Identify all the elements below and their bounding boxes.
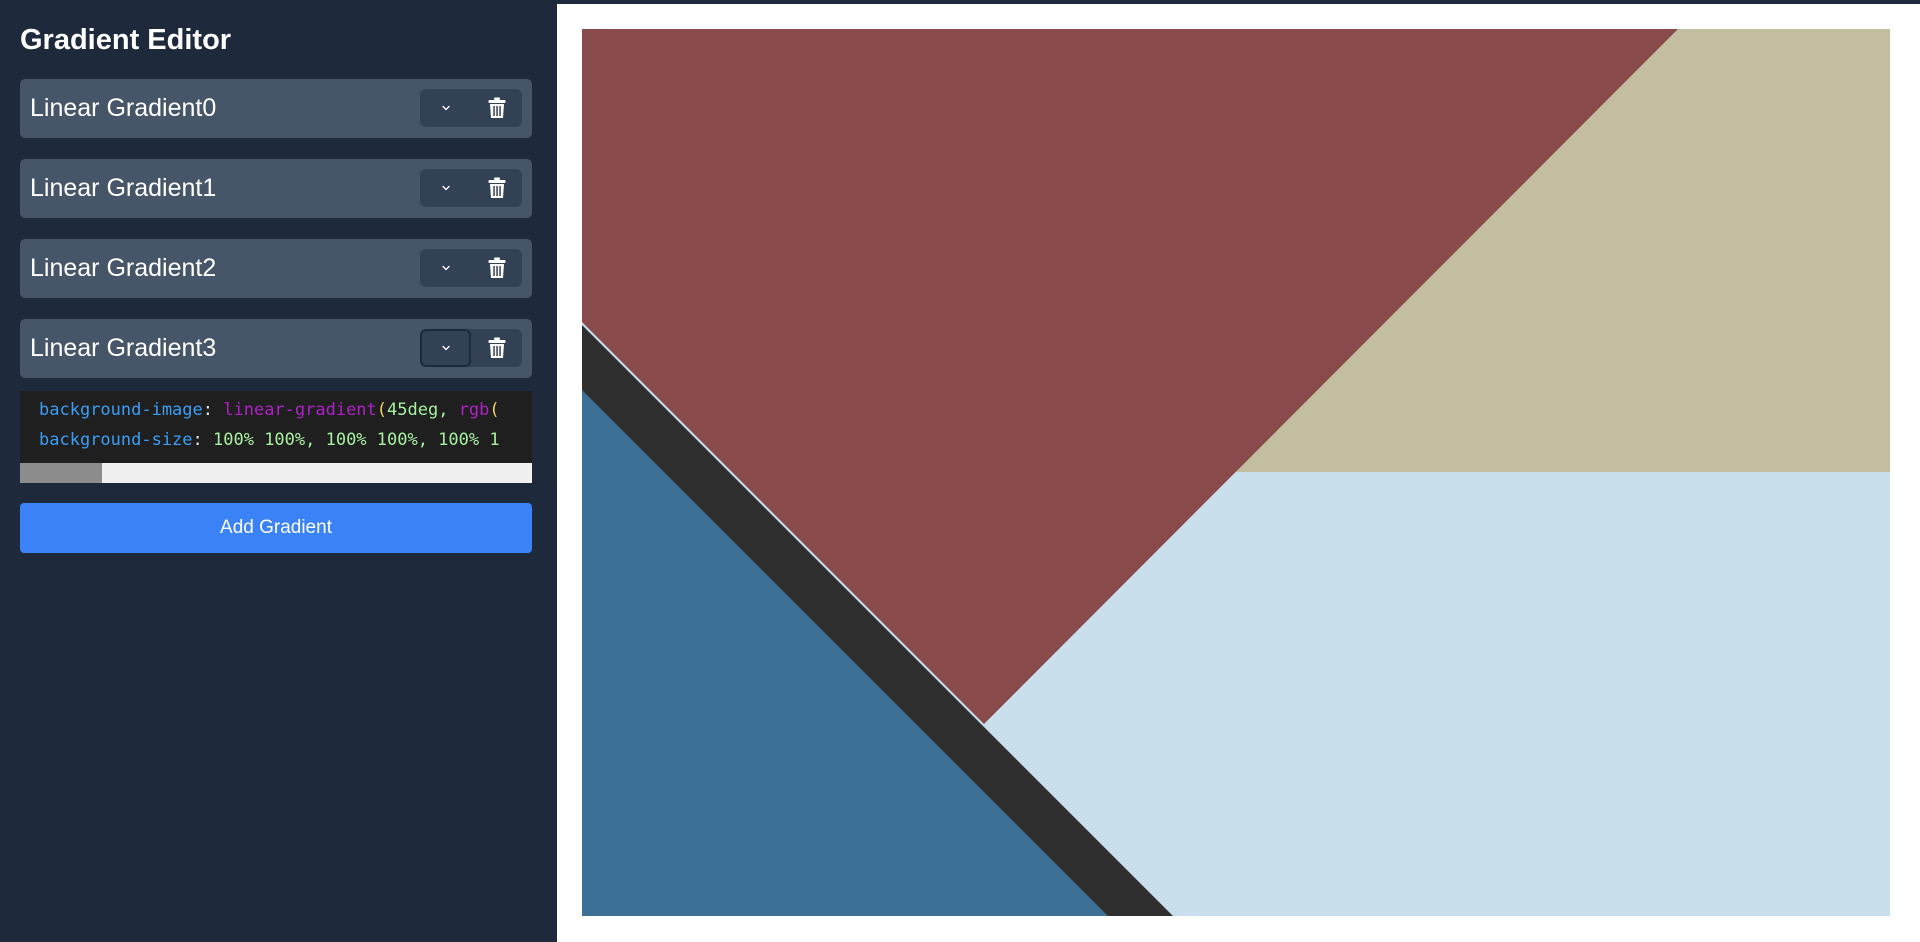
horizontal-scrollbar[interactable] bbox=[20, 463, 532, 483]
gradient-item-0: Linear Gradient0 bbox=[20, 79, 532, 138]
gradient-item-2: Linear Gradient2 bbox=[20, 239, 532, 298]
code-inner-paren: ( bbox=[489, 400, 500, 420]
code-function: linear-gradient bbox=[223, 400, 377, 420]
code-line-background-size: background-size: 100% 100%, 100% 100%, 1… bbox=[39, 428, 500, 452]
chevron-down-icon bbox=[441, 265, 450, 271]
gradient-item-actions bbox=[420, 89, 522, 127]
code-colon: : bbox=[192, 430, 214, 450]
trash-icon bbox=[488, 177, 505, 198]
chevron-down-icon bbox=[441, 185, 450, 191]
delete-gradient-button[interactable] bbox=[471, 89, 522, 127]
gradient-item-actions bbox=[420, 169, 522, 207]
gradient-item-label: Linear Gradient3 bbox=[30, 334, 217, 362]
gradient-item-label: Linear Gradient1 bbox=[30, 174, 217, 202]
expand-toggle-button[interactable] bbox=[420, 89, 471, 127]
expand-toggle-button[interactable] bbox=[420, 169, 471, 207]
code-args: 45deg, bbox=[387, 400, 459, 420]
add-gradient-button[interactable]: Add Gradient bbox=[20, 503, 532, 553]
gradient-item-actions bbox=[420, 329, 522, 367]
trash-icon bbox=[488, 257, 505, 278]
expand-toggle-button[interactable] bbox=[420, 329, 471, 367]
delete-gradient-button[interactable] bbox=[471, 329, 522, 367]
code-paren: ( bbox=[376, 400, 388, 420]
gradient-editor-app: Gradient Editor Linear Gradient0 Linear … bbox=[0, 0, 1920, 942]
chevron-down-icon bbox=[441, 105, 450, 111]
code-inner-function: rgb bbox=[458, 400, 490, 420]
code-line-background-image: background-image: linear-gradient(45deg,… bbox=[39, 398, 500, 422]
gradient-item-label: Linear Gradient2 bbox=[30, 254, 217, 282]
sidebar: Gradient Editor Linear Gradient0 Linear … bbox=[0, 0, 551, 942]
chevron-down-icon bbox=[441, 345, 450, 351]
code-values: 100% 100%, 100% 100%, 100% 1 bbox=[213, 430, 500, 450]
code-property: background-image bbox=[39, 400, 203, 420]
gradient-item-1: Linear Gradient1 bbox=[20, 159, 532, 218]
gradient-item-label: Linear Gradient0 bbox=[30, 94, 217, 122]
trash-icon bbox=[488, 337, 505, 358]
delete-gradient-button[interactable] bbox=[471, 249, 522, 287]
code-colon: : bbox=[202, 400, 224, 420]
gradient-item-actions bbox=[420, 249, 522, 287]
gradient-preview-canvas bbox=[582, 29, 1890, 916]
scrollbar-thumb[interactable] bbox=[20, 463, 102, 483]
css-code-output[interactable]: background-image: linear-gradient(45deg,… bbox=[20, 391, 532, 483]
trash-icon bbox=[488, 97, 505, 118]
delete-gradient-button[interactable] bbox=[471, 169, 522, 207]
gradient-item-3: Linear Gradient3 bbox=[20, 319, 532, 378]
page-title: Gradient Editor bbox=[20, 24, 232, 56]
expand-toggle-button[interactable] bbox=[420, 249, 471, 287]
code-property: background-size bbox=[39, 430, 193, 450]
